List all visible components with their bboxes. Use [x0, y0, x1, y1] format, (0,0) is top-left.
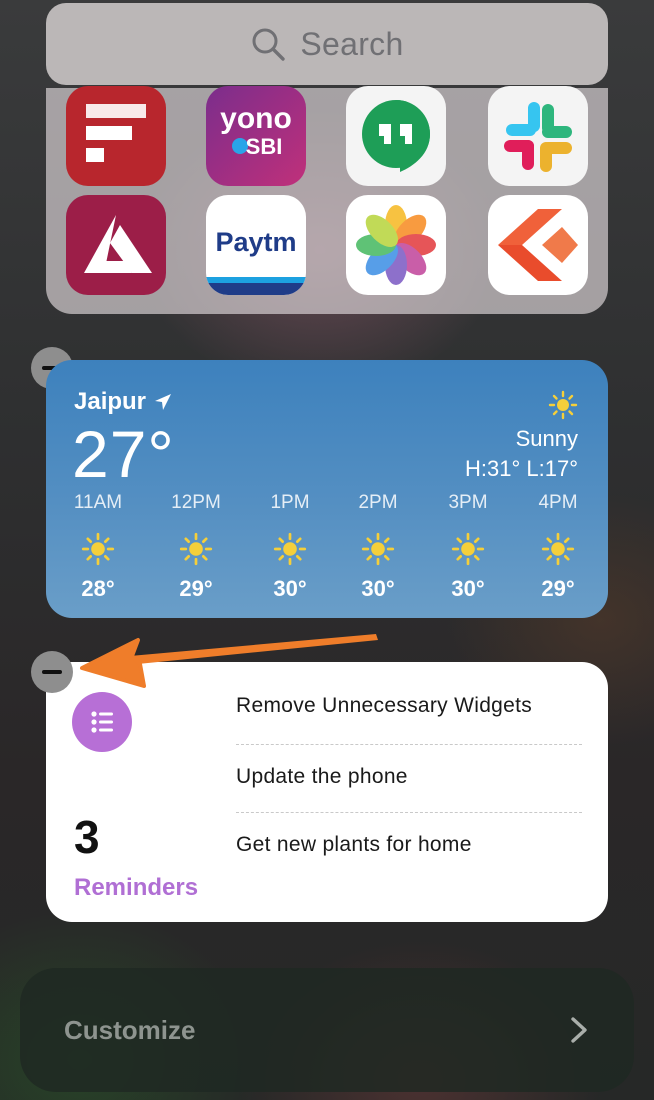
reminders-widget[interactable]: 3 Reminders Remove Unnecessary Widgets U… — [46, 662, 608, 922]
reminders-list: Remove Unnecessary Widgets Update the ph… — [236, 688, 582, 880]
sun-icon — [451, 532, 485, 566]
slack-app-icon[interactable] — [488, 86, 588, 186]
first-app-icon[interactable] — [66, 86, 166, 186]
hour-time: 2PM — [358, 492, 398, 513]
customize-button[interactable]: Customize — [20, 968, 634, 1092]
hour-column: 3PM 30° — [428, 492, 508, 602]
hour-time: 12PM — [171, 492, 221, 513]
sun-icon — [548, 390, 578, 420]
yono-label: yono — [220, 102, 292, 135]
yono-sbi-app-icon[interactable]: yono SBI — [206, 86, 306, 186]
city-name: Jaipur — [74, 388, 147, 415]
sun-icon — [361, 532, 395, 566]
hour-column: 4PM 29° — [518, 492, 598, 602]
axis-bank-app-icon[interactable] — [66, 195, 166, 295]
reminder-item[interactable]: Get new plants for home — [236, 812, 582, 880]
search-icon — [252, 28, 286, 61]
search-placeholder: Search — [300, 25, 404, 62]
reminders-title: Reminders — [74, 874, 199, 901]
paytm-label: Paytm — [215, 227, 296, 257]
weather-city: Jaipur — [74, 388, 172, 416]
location-arrow-icon — [155, 394, 172, 410]
reminders-list-icon — [72, 692, 132, 752]
search-bar[interactable]: Search — [46, 3, 608, 85]
sun-icon — [179, 532, 213, 566]
hour-column: 1PM 30° — [250, 492, 330, 602]
hour-temp: 29° — [541, 576, 575, 601]
hour-temp: 30° — [451, 576, 485, 601]
hour-time: 4PM — [538, 492, 578, 513]
chevron-right-icon — [571, 1017, 587, 1043]
hour-temp: 29° — [179, 576, 213, 601]
sun-icon — [273, 532, 307, 566]
hangouts-app-icon[interactable] — [346, 86, 446, 186]
high-low: H:31° L:17° — [465, 456, 578, 481]
photos-app-icon[interactable] — [346, 195, 446, 295]
hour-time: 1PM — [270, 492, 310, 513]
reminder-item[interactable]: Update the phone — [236, 744, 582, 812]
app-library-panel: yono SBI Paytm — [46, 86, 608, 314]
hour-temp: 28° — [81, 576, 115, 601]
weather-condition: Sunny — [515, 426, 578, 451]
annotation-arrow-icon — [80, 634, 378, 688]
sbi-label: SBI — [246, 134, 283, 159]
hour-temp: 30° — [273, 576, 307, 601]
hour-time: 3PM — [448, 492, 488, 513]
customize-label: Customize — [64, 1014, 196, 1045]
hour-column: 2PM 30° — [338, 492, 418, 602]
hour-temp: 30° — [361, 576, 395, 601]
sun-icon — [541, 532, 575, 566]
kite-app-icon[interactable] — [488, 195, 588, 295]
current-temperature: 27° — [72, 417, 175, 491]
hour-time: 11AM — [73, 492, 123, 513]
hour-column: 12PM 29° — [156, 492, 236, 602]
hour-column: 11AM 28° — [58, 492, 138, 602]
paytm-app-icon[interactable]: Paytm — [206, 195, 306, 295]
weather-widget[interactable]: Jaipur 27° Sunny H:31° L:17° 11AM 28° 12… — [46, 360, 608, 618]
reminders-count: 3 — [74, 811, 100, 863]
sun-icon — [81, 532, 115, 566]
